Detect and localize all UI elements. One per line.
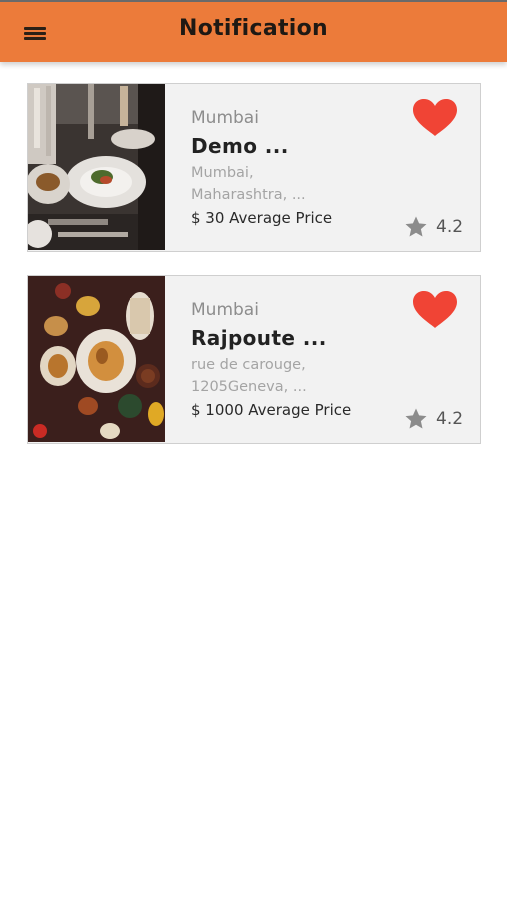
card-address-line: Mumbai, (191, 165, 254, 181)
notification-card[interactable]: Mumbai Rajpoute ... rue de carouge, 1205… (27, 275, 481, 444)
card-address: Mumbai, Maharashtra, ... (191, 162, 306, 206)
heart-icon[interactable] (411, 98, 459, 138)
restaurant-image (28, 84, 165, 250)
star-icon (404, 407, 428, 431)
card-rating-value: 4.2 (436, 217, 464, 237)
card-average-price: $ 1000 Average Price (191, 401, 352, 419)
card-restaurant-name: Demo ... (191, 134, 289, 158)
card-city: Mumbai (191, 108, 259, 128)
card-rating: 4.2 (404, 407, 463, 431)
card-average-price: $ 30 Average Price (191, 209, 333, 227)
card-rating: 4.2 (404, 215, 463, 239)
notification-card[interactable]: Mumbai Demo ... Mumbai, Maharashtra, ...… (27, 83, 481, 252)
star-icon (404, 215, 428, 239)
app-screen: Notification Mumbai Demo ... Mumbai, Mah… (0, 0, 507, 900)
page-title: Notification (178, 16, 329, 41)
app-bar: Notification (0, 0, 507, 62)
card-city: Mumbai (191, 300, 259, 320)
heart-icon[interactable] (411, 290, 459, 330)
card-address-line: Maharashtra, ... (191, 187, 306, 203)
card-rating-value: 4.2 (436, 409, 464, 429)
card-address: rue de carouge, 1205Geneva, ... (191, 354, 307, 398)
card-address-line: rue de carouge, (191, 357, 306, 373)
card-address-line: 1205Geneva, ... (191, 379, 307, 395)
card-restaurant-name: Rajpoute ... (191, 326, 327, 350)
restaurant-image (28, 276, 165, 442)
